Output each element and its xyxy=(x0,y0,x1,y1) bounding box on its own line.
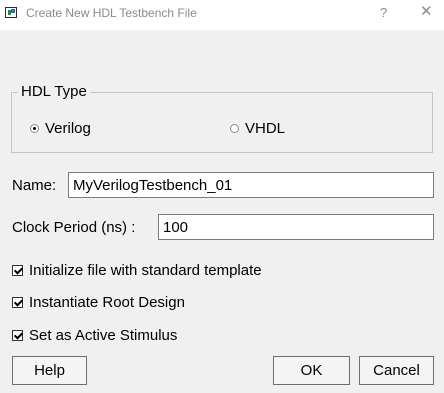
close-icon[interactable]: ✕ xyxy=(420,3,433,21)
radio-vhdl-indicator[interactable] xyxy=(230,124,239,133)
ok-button[interactable]: OK xyxy=(273,356,350,385)
option-initialize-template[interactable]: Initialize file with standard template xyxy=(12,262,262,279)
title-bar: Create New HDL Testbench File ? ✕ xyxy=(0,0,444,30)
name-input[interactable] xyxy=(68,172,434,198)
window-title: Create New HDL Testbench File xyxy=(26,6,197,20)
radio-vhdl[interactable]: VHDL xyxy=(230,120,285,137)
hdl-type-group: HDL Type xyxy=(11,84,433,153)
option-instantiate-root-label: Instantiate Root Design xyxy=(29,294,185,311)
option-instantiate-root[interactable]: Instantiate Root Design xyxy=(12,294,185,311)
radio-verilog[interactable]: Verilog xyxy=(30,120,91,137)
cancel-button[interactable]: Cancel xyxy=(359,356,434,385)
radio-verilog-label: Verilog xyxy=(45,120,91,137)
option-active-stimulus[interactable]: Set as Active Stimulus xyxy=(12,327,177,344)
checkbox-active-stimulus[interactable] xyxy=(12,330,23,341)
app-icon xyxy=(5,7,17,18)
checkbox-instantiate-root[interactable] xyxy=(12,297,23,308)
radio-verilog-indicator[interactable] xyxy=(30,124,39,133)
help-icon[interactable]: ? xyxy=(380,5,387,20)
help-button[interactable]: Help xyxy=(12,356,87,385)
option-active-stimulus-label: Set as Active Stimulus xyxy=(29,327,178,344)
clock-period-input[interactable] xyxy=(158,214,434,240)
name-label: Name: xyxy=(12,177,57,194)
hdl-type-legend: HDL Type xyxy=(21,83,87,100)
checkbox-initialize-template[interactable] xyxy=(12,265,23,276)
option-initialize-template-label: Initialize file with standard template xyxy=(29,262,262,279)
clock-period-label: Clock Period (ns) : xyxy=(12,219,136,236)
radio-vhdl-label: VHDL xyxy=(245,120,286,137)
